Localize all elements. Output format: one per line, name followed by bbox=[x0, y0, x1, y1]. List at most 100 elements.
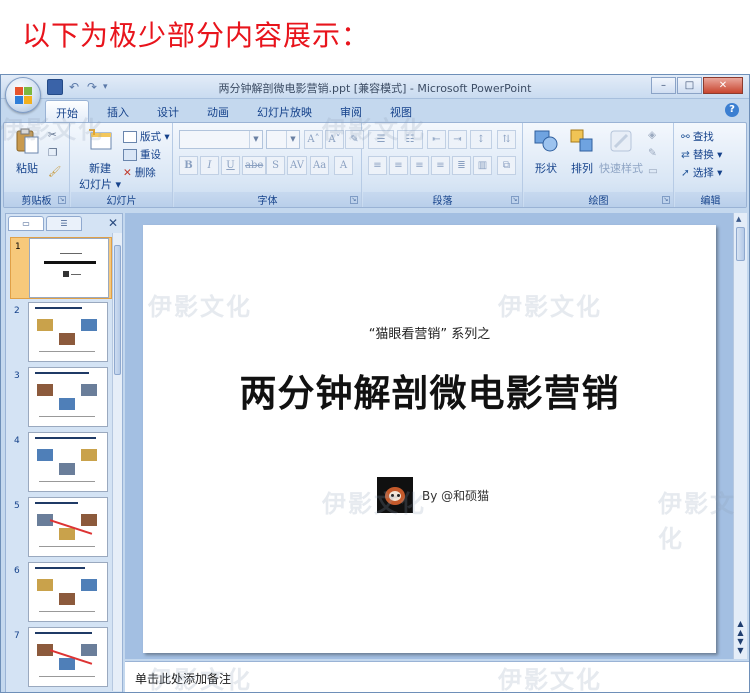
slide-thumbnail[interactable]: 2 bbox=[10, 302, 112, 364]
pane-close-icon[interactable]: ✕ bbox=[108, 216, 118, 230]
justify-button[interactable]: ≡ bbox=[431, 156, 450, 175]
thumbnail-decoration bbox=[59, 658, 75, 670]
align-center-button[interactable]: ≡ bbox=[389, 156, 408, 175]
thumbnail-decoration bbox=[37, 384, 53, 396]
slide-title[interactable]: 两分钟解剖微电影营销 bbox=[143, 363, 716, 417]
group-slides: 新建 幻灯片 ▾ 版式 ▾ 重设 ✕ 删除 幻灯片 bbox=[71, 123, 173, 207]
font-size-combobox[interactable]: ▼ bbox=[266, 130, 300, 149]
tab-slideshow[interactable]: 幻灯片放映 bbox=[247, 100, 322, 122]
notes-placeholder[interactable]: 单击此处添加备注 bbox=[135, 670, 231, 687]
tab-review[interactable]: 审阅 bbox=[330, 100, 372, 122]
group-label-font: 字体 bbox=[174, 192, 361, 207]
decrease-indent-button[interactable]: ⇤ bbox=[427, 130, 446, 149]
slide-author-block[interactable]: By @和硕猫 bbox=[377, 477, 489, 513]
tab-animations[interactable]: 动画 bbox=[197, 100, 239, 122]
help-icon[interactable]: ? bbox=[725, 103, 739, 117]
cursor-arrow-icon: ➚ bbox=[681, 166, 690, 179]
font-color-button[interactable]: A bbox=[334, 156, 353, 175]
align-right-button[interactable]: ≡ bbox=[410, 156, 429, 175]
maximize-button[interactable]: □ bbox=[677, 77, 702, 94]
new-slide-button[interactable]: 新建 幻灯片 ▾ bbox=[77, 127, 123, 192]
slide-subtitle[interactable]: “猫眼看营销” 系列之 bbox=[143, 323, 716, 342]
scroll-up-icon[interactable]: ▲ bbox=[736, 215, 745, 225]
tab-design[interactable]: 设计 bbox=[147, 100, 189, 122]
change-case-button[interactable]: Aa bbox=[310, 156, 330, 175]
reset-button[interactable]: 重设 bbox=[123, 147, 161, 162]
thumbnail-decoration bbox=[59, 333, 75, 345]
thumbnail-decoration bbox=[35, 307, 82, 309]
office-button[interactable] bbox=[5, 77, 41, 113]
drawing-launcher-icon[interactable]: ↘ bbox=[662, 196, 670, 204]
italic-button[interactable]: I bbox=[200, 156, 219, 175]
tab-view[interactable]: 视图 bbox=[380, 100, 422, 122]
paint-bucket-icon: ◈ bbox=[648, 129, 657, 141]
slide-thumbnail[interactable]: 6 bbox=[10, 562, 112, 624]
clipboard-launcher-icon[interactable]: ↘ bbox=[58, 196, 66, 204]
align-left-button[interactable]: ≡ bbox=[368, 156, 387, 175]
slide-thumbnail[interactable]: 7 bbox=[10, 627, 112, 689]
slide-scrollbar[interactable]: ▲ ▲ ▲ ▼ ▼ bbox=[733, 213, 747, 659]
thumbnail-decoration bbox=[35, 632, 92, 634]
notes-pane[interactable]: 单击此处添加备注 bbox=[125, 661, 749, 692]
underline-button[interactable]: U bbox=[221, 156, 240, 175]
columns-button[interactable]: ▥ bbox=[473, 156, 492, 175]
current-slide[interactable]: “猫眼看营销” 系列之 两分钟解剖微电影营销 By @和硕猫 bbox=[143, 225, 716, 653]
grow-font-button[interactable]: A˄ bbox=[304, 130, 323, 149]
font-name-combobox[interactable]: ▼ bbox=[179, 130, 263, 149]
shape-effects-button[interactable]: ▭ bbox=[648, 165, 658, 177]
shrink-font-button[interactable]: A˅ bbox=[325, 130, 344, 149]
layout-button[interactable]: 版式 ▾ bbox=[123, 129, 170, 144]
arrange-button[interactable]: 排列 bbox=[564, 127, 600, 176]
thumbnail-scrollbar[interactable] bbox=[112, 233, 122, 691]
shapes-button[interactable]: 形状 bbox=[528, 127, 564, 176]
slide-thumbnail[interactable]: 4 bbox=[10, 432, 112, 494]
font-size-dropdown-icon[interactable]: ▼ bbox=[286, 131, 299, 148]
minimize-button[interactable]: – bbox=[651, 77, 676, 94]
slide-thumbnail-preview bbox=[28, 367, 108, 427]
shape-fill-button[interactable]: ◈ bbox=[648, 129, 656, 141]
slides-tab[interactable]: ▭ bbox=[8, 216, 44, 231]
font-launcher-icon[interactable]: ↘ bbox=[350, 196, 358, 204]
find-button[interactable]: ⚯ 查找 bbox=[681, 129, 714, 144]
format-painter-button[interactable]: 🖌 bbox=[48, 165, 61, 178]
pane-tabs: ▭ ☰ ✕ bbox=[8, 216, 120, 232]
clear-formatting-button[interactable]: ✎ bbox=[345, 130, 364, 149]
select-button[interactable]: ➚ 选择 ▾ bbox=[681, 165, 722, 180]
outline-tab[interactable]: ☰ bbox=[46, 216, 82, 231]
smartart-button[interactable]: ⧉ bbox=[497, 156, 516, 175]
slide-number: 3 bbox=[14, 371, 20, 381]
slide-nav-icons[interactable]: ▲ ▲ ▼ ▼ bbox=[736, 619, 745, 655]
bold-button[interactable]: B bbox=[179, 156, 198, 175]
thumbnail-decoration bbox=[35, 567, 85, 569]
slide-scroll-thumb[interactable] bbox=[736, 227, 745, 261]
thumbnail-scroll-thumb[interactable] bbox=[114, 245, 121, 375]
text-direction-button[interactable]: ⇅ bbox=[497, 130, 516, 149]
line-spacing-button[interactable]: ↕ bbox=[470, 130, 492, 149]
slide-thumbnail[interactable]: 5 bbox=[10, 497, 112, 559]
paste-button[interactable]: 粘贴 bbox=[12, 127, 42, 176]
char-spacing-button[interactable]: AV bbox=[287, 156, 307, 175]
close-button[interactable]: ✕ bbox=[703, 77, 743, 94]
distribute-button[interactable]: ≣ bbox=[452, 156, 471, 175]
numbering-button[interactable]: ☷ bbox=[397, 130, 423, 149]
strikethrough-button[interactable]: abe bbox=[242, 156, 267, 175]
delete-slide-button[interactable]: ✕ 删除 bbox=[123, 165, 156, 180]
paragraph-launcher-icon[interactable]: ↘ bbox=[511, 196, 519, 204]
shadow-button[interactable]: S bbox=[266, 156, 285, 175]
slide-thumbnail[interactable]: 3 bbox=[10, 367, 112, 429]
bullets-button[interactable]: ☰ bbox=[368, 130, 394, 149]
tab-home[interactable]: 开始 bbox=[45, 100, 89, 122]
font-name-dropdown-icon[interactable]: ▼ bbox=[249, 131, 262, 148]
increase-indent-button[interactable]: ⇥ bbox=[448, 130, 467, 149]
shape-outline-button[interactable]: ✎ bbox=[648, 147, 657, 159]
quick-styles-button[interactable]: 快速样式 bbox=[598, 127, 644, 176]
slide-editing-area: “猫眼看营销” 系列之 两分钟解剖微电影营销 By @和硕猫 bbox=[125, 213, 733, 659]
replace-icon: ⇄ bbox=[681, 148, 690, 161]
copy-button[interactable]: ❐ bbox=[48, 147, 57, 159]
thumbnail-decoration bbox=[39, 676, 95, 677]
tab-insert[interactable]: 插入 bbox=[97, 100, 139, 122]
author-name: By @和硕猫 bbox=[422, 488, 490, 503]
cut-button[interactable]: ✂ bbox=[48, 129, 57, 141]
replace-button[interactable]: ⇄ 替换 ▾ bbox=[681, 147, 722, 162]
slide-thumbnail[interactable]: 1 bbox=[10, 237, 112, 299]
